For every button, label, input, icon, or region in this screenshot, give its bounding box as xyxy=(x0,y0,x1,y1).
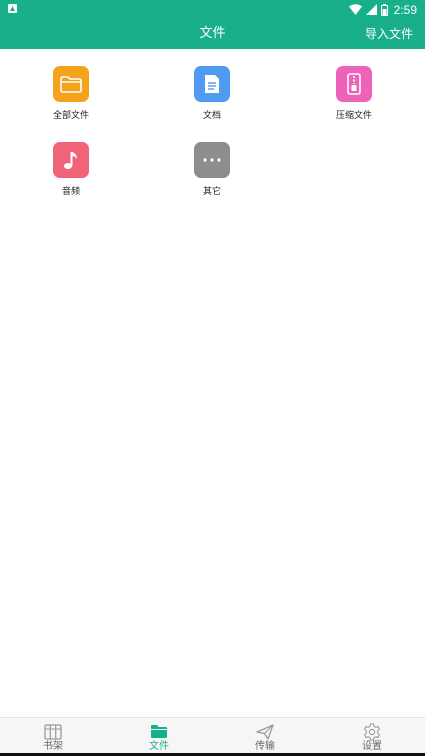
archive-icon xyxy=(336,66,372,102)
category-label: 全部文件 xyxy=(52,111,89,121)
nav-label: 文件 xyxy=(149,741,169,752)
folder-icon xyxy=(119,722,199,741)
import-files-button[interactable]: 导入文件 xyxy=(365,19,413,49)
bottom-nav: 书架 文件 传输 设置 xyxy=(0,717,425,753)
status-time: 2:59 xyxy=(393,2,417,17)
status-bar: 2:59 xyxy=(0,0,425,19)
category-label: 音频 xyxy=(61,187,80,197)
nav-label: 传输 xyxy=(255,741,275,752)
nav-item-bookshelf[interactable]: 书架 xyxy=(13,718,93,753)
battery-icon xyxy=(380,3,388,16)
category-archives[interactable]: 压缩文件 xyxy=(314,66,394,121)
page-title: 文件 xyxy=(199,26,226,41)
category-label: 压缩文件 xyxy=(335,111,372,121)
signal-icon xyxy=(365,4,377,15)
more-icon xyxy=(194,142,230,178)
category-all-files[interactable]: 全部文件 xyxy=(31,66,111,121)
nav-item-files[interactable]: 文件 xyxy=(119,718,199,753)
music-note-icon xyxy=(53,142,89,178)
bookshelf-icon xyxy=(13,722,93,741)
wifi-icon xyxy=(348,4,362,15)
gear-icon xyxy=(332,722,412,741)
nav-label: 设置 xyxy=(362,741,382,752)
folder-icon xyxy=(53,66,89,102)
app-bar: 文件 导入文件 xyxy=(0,19,425,49)
category-audio[interactable]: 音频 xyxy=(31,142,111,197)
notification-icon xyxy=(8,4,17,13)
nav-item-transfer[interactable]: 传输 xyxy=(225,718,305,753)
category-label: 其它 xyxy=(202,187,221,197)
category-documents[interactable]: 文档 xyxy=(172,66,252,121)
document-icon xyxy=(194,66,230,102)
nav-item-settings[interactable]: 设置 xyxy=(332,718,412,753)
nav-label: 书架 xyxy=(43,741,63,752)
paper-plane-icon xyxy=(225,722,305,741)
category-other[interactable]: 其它 xyxy=(172,142,252,197)
category-label: 文档 xyxy=(202,111,221,121)
status-icons: 2:59 xyxy=(348,0,417,19)
